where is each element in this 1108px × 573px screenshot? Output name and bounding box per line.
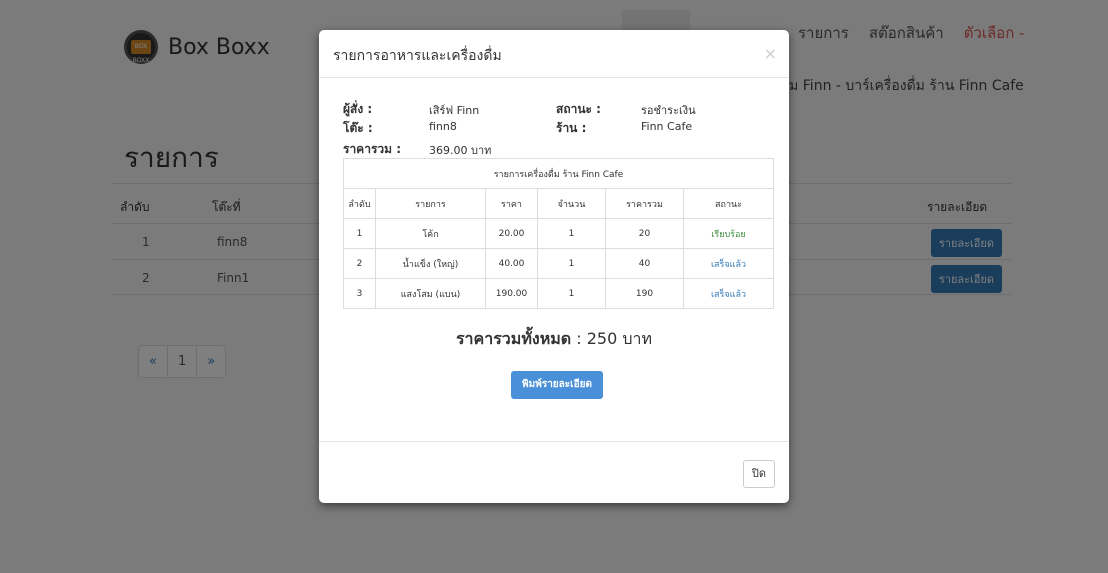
table-label: โต๊ะ :: [343, 121, 373, 135]
sum-value: 369.00 บาท: [429, 144, 492, 157]
print-button[interactable]: พิมพ์รายละเอียด: [511, 371, 603, 399]
modal-footer: ปิด: [319, 441, 789, 503]
modal-title: รายการอาหารและเครื่องดื่ม: [333, 48, 502, 64]
cell-index: 1: [343, 218, 376, 249]
col-item: รายการ: [375, 188, 486, 219]
cell-item: น้ำแข็ง (ใหญ่): [375, 248, 486, 279]
cell-status: เสร็จแล้ว: [683, 248, 774, 279]
total-label: ราคารวมทั้งหมด: [455, 329, 572, 348]
col-status: สถานะ: [683, 188, 774, 219]
status-label: สถานะ :: [556, 102, 601, 116]
total-value: : 250 บาท: [576, 329, 653, 348]
table-row: 3 แสงโสม (แบน) 190.00 1 190 เสร็จแล้ว: [343, 278, 774, 309]
table-row: 2 น้ำแข็ง (ใหญ่) 40.00 1 40 เสร็จแล้ว: [343, 248, 774, 279]
cell-index: 2: [343, 248, 376, 279]
table-row: 1 โค้ก 20.00 1 20 เรียบร้อย: [343, 218, 774, 249]
cell-qty: 1: [537, 218, 606, 249]
grand-total: ราคารวมทั้งหมด : 250 บาท: [319, 327, 789, 352]
status-value: รอชำระเงิน: [641, 104, 696, 117]
orderer-value: เสิร์ฟ Finn: [429, 104, 480, 117]
cell-qty: 1: [537, 248, 606, 279]
col-index: ลำดับ: [343, 188, 376, 219]
close-icon[interactable]: ×: [764, 44, 777, 63]
cell-sum: 40: [605, 248, 684, 279]
cell-price: 20.00: [485, 218, 538, 249]
cell-sum: 190: [605, 278, 684, 309]
close-button[interactable]: ปิด: [743, 460, 775, 488]
cell-price: 190.00: [485, 278, 538, 309]
sum-label: ราคารวม :: [343, 142, 402, 156]
cell-index: 3: [343, 278, 376, 309]
cell-status: เสร็จแล้ว: [683, 278, 774, 309]
table-value: finn8: [429, 120, 457, 133]
table-caption: รายการเครื่องดื่ม ร้าน Finn Cafe: [343, 158, 774, 189]
order-modal: รายการอาหารและเครื่องดื่ม × ผู้สั่ง : เส…: [319, 30, 789, 503]
cell-item: โค้ก: [375, 218, 486, 249]
col-sum: ราคารวม: [605, 188, 684, 219]
shop-label: ร้าน :: [556, 121, 587, 135]
col-price: ราคา: [485, 188, 538, 219]
cell-sum: 20: [605, 218, 684, 249]
cell-price: 40.00: [485, 248, 538, 279]
modal-header: รายการอาหารและเครื่องดื่ม ×: [319, 30, 789, 78]
cell-status: เรียบร้อย: [683, 218, 774, 249]
shop-value: Finn Cafe: [641, 120, 693, 133]
orderer-label: ผู้สั่ง :: [343, 102, 373, 116]
cell-item: แสงโสม (แบน): [375, 278, 486, 309]
cell-qty: 1: [537, 278, 606, 309]
col-qty: จำนวน: [537, 188, 606, 219]
table-header-row: ลำดับ รายการ ราคา จำนวน ราคารวม สถานะ: [343, 188, 774, 219]
order-items-table: รายการเครื่องดื่ม ร้าน Finn Cafe ลำดับ ร…: [343, 158, 774, 309]
